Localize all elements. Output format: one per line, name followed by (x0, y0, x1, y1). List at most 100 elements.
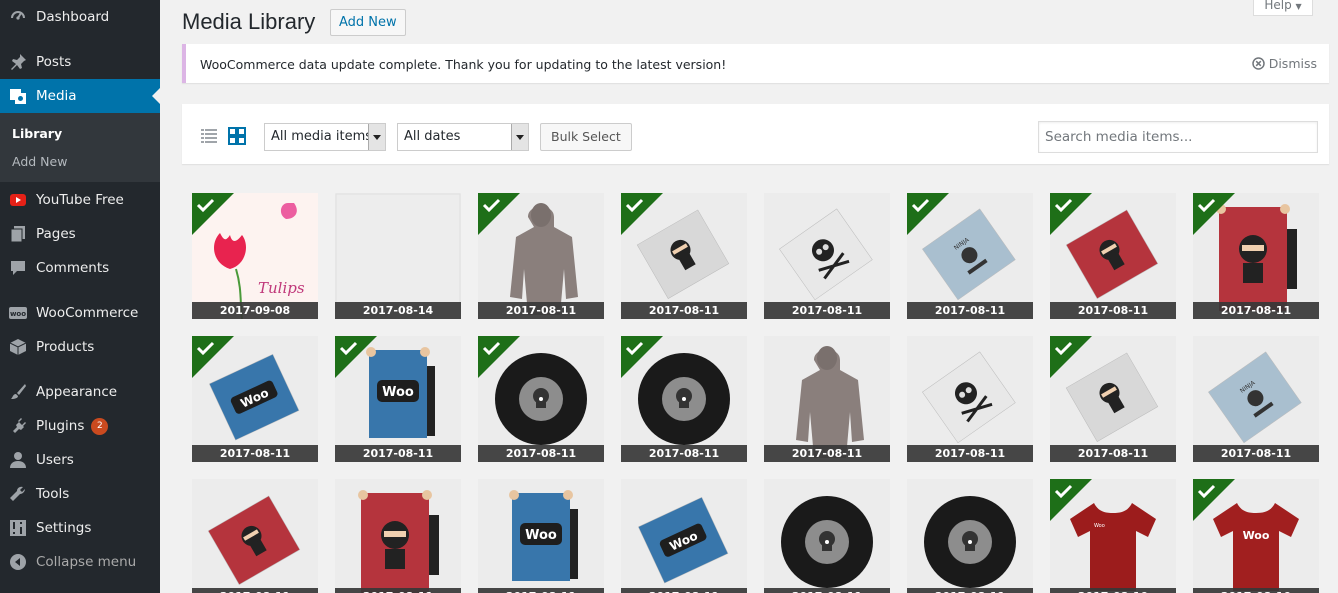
list-view-icon[interactable] (200, 127, 218, 145)
comments-icon (9, 259, 27, 277)
media-attachment[interactable]: Woo2017-08-11 (192, 336, 318, 462)
svg-text:Woo: Woo (1094, 523, 1105, 529)
submenu-add-new[interactable]: Add New (12, 154, 67, 169)
sidebar-item-posts[interactable]: Posts (0, 45, 160, 79)
check-icon[interactable] (1193, 193, 1235, 235)
sidebar-item-youtube-free[interactable]: YouTube Free (0, 183, 160, 217)
media-attachment[interactable]: 2017-08-11 (1050, 336, 1176, 462)
date-filter[interactable]: All dates (397, 123, 529, 151)
check-icon[interactable] (907, 193, 949, 235)
media-submenu: Library Add New (0, 113, 160, 182)
media-attachment[interactable]: Woo2017-08-11 (335, 336, 461, 462)
check-icon[interactable] (1050, 193, 1092, 235)
media-toolbar: All media items All dates Bulk Select (182, 104, 1329, 164)
youtube-icon (9, 191, 27, 209)
attachment-date: 2017-08-11 (192, 588, 318, 593)
sidebar-item-label: Products (36, 339, 95, 355)
check-icon[interactable] (192, 336, 234, 378)
sidebar-item-label: Comments (36, 260, 110, 276)
sidebar-item-dashboard[interactable]: Dashboard (0, 0, 160, 34)
check-icon[interactable] (621, 193, 663, 235)
sidebar-item-tools[interactable]: Tools (0, 477, 160, 511)
check-icon[interactable] (192, 193, 234, 235)
media-attachment[interactable]: 2017-08-11 (764, 193, 890, 319)
check-icon[interactable] (478, 336, 520, 378)
media-attachment[interactable]: 2017-08-11 (192, 479, 318, 593)
dismiss-label: Dismiss (1268, 56, 1317, 71)
sidebar-item-label: Posts (36, 54, 72, 70)
sidebar-item-label: Settings (36, 520, 92, 536)
svg-text:Woo: Woo (1243, 529, 1270, 542)
media-attachment[interactable]: 2017-08-11 (1193, 193, 1319, 319)
media-type-filter[interactable]: All media items (264, 123, 386, 151)
media-attachment[interactable]: Woo 2017-08-10 (1193, 479, 1319, 593)
check-icon[interactable] (1050, 479, 1092, 521)
grid-view-icon[interactable] (228, 127, 246, 145)
bulk-select-button[interactable]: Bulk Select (540, 123, 632, 151)
attachment-date: 2017-08-11 (478, 302, 604, 319)
sidebar-item-woocommerce[interactable]: woo WooCommerce (0, 296, 160, 330)
attachment-date: 2017-08-14 (335, 302, 461, 319)
media-type-value: All media items (271, 129, 373, 144)
attachment-date: 2017-08-11 (335, 588, 461, 593)
media-attachment[interactable]: 2017-08-11 (478, 193, 604, 319)
check-icon[interactable] (621, 336, 663, 378)
attachment-date: 2017-08-11 (478, 445, 604, 462)
svg-text:Tulips: Tulips (258, 279, 305, 297)
media-attachment[interactable]: Woo2017-08-11 (478, 479, 604, 593)
sidebar-item-users[interactable]: Users (0, 443, 160, 477)
sidebar-item-label: Appearance (36, 384, 118, 400)
submenu-library[interactable]: Library (12, 126, 62, 141)
woocommerce-icon: woo (9, 304, 27, 322)
media-attachment[interactable]: 2017-08-11 (621, 336, 747, 462)
chevron-down-icon (368, 124, 385, 150)
sidebar-item-plugins[interactable]: Plugins 2 (0, 409, 160, 443)
sidebar-item-comments[interactable]: Comments (0, 251, 160, 285)
media-attachment[interactable]: 2017-08-11 (1050, 193, 1176, 319)
sidebar-item-products[interactable]: Products (0, 330, 160, 364)
collapse-icon (9, 553, 27, 571)
attachment-date: 2017-08-11 (1050, 302, 1176, 319)
media-attachment[interactable]: Woo 2017-08-10 (1050, 479, 1176, 593)
attachment-date: 2017-08-11 (621, 588, 747, 593)
products-icon (9, 338, 27, 356)
media-attachment[interactable]: 2017-08-11 (335, 479, 461, 593)
caret-down-icon: ▼ (1295, 2, 1302, 11)
wrench-icon (9, 485, 27, 503)
users-icon (9, 451, 27, 469)
media-attachment[interactable]: 2017-08-11 (621, 193, 747, 319)
check-icon[interactable] (1193, 479, 1235, 521)
search-media-input[interactable] (1038, 121, 1318, 153)
sidebar-item-collapse-menu[interactable]: Collapse menu (0, 545, 160, 579)
help-tab-button[interactable]: Help ▼ (1253, 0, 1313, 16)
sidebar-item-label: WooCommerce (36, 305, 139, 321)
sidebar-item-pages[interactable]: Pages (0, 217, 160, 251)
check-icon[interactable] (335, 336, 377, 378)
update-notice: WooCommerce data update complete. Thank … (182, 44, 1329, 83)
check-icon[interactable] (478, 193, 520, 235)
media-attachment[interactable]: Tulips 2017-09-08 (192, 193, 318, 319)
sidebar-item-media[interactable]: Media (0, 79, 160, 113)
media-attachment[interactable]: 2017-08-11 (907, 479, 1033, 593)
update-count-badge: 2 (91, 417, 109, 435)
attachment-date: 2017-08-11 (764, 588, 890, 593)
sidebar-item-appearance[interactable]: Appearance (0, 375, 160, 409)
media-attachment[interactable]: Woo2017-08-11 (621, 479, 747, 593)
media-icon (9, 87, 27, 105)
media-attachment[interactable]: 2017-08-11 (907, 336, 1033, 462)
settings-icon (9, 519, 27, 537)
media-attachment[interactable]: 2017-08-14 (335, 193, 461, 319)
media-attachment[interactable]: 2017-08-11 (478, 336, 604, 462)
check-icon[interactable] (1050, 336, 1092, 378)
attachment-date: 2017-08-11 (907, 588, 1033, 593)
media-attachment[interactable]: NINJA 2017-08-11 (1193, 336, 1319, 462)
attachment-date: 2017-08-11 (621, 445, 747, 462)
dismiss-button[interactable]: Dismiss (1251, 56, 1317, 71)
add-new-button[interactable]: Add New (330, 9, 406, 36)
attachment-date: 2017-08-11 (1050, 445, 1176, 462)
media-attachment[interactable]: 2017-08-11 (764, 336, 890, 462)
media-attachment[interactable]: NINJA 2017-08-11 (907, 193, 1033, 319)
sidebar-item-label: Plugins (36, 418, 85, 434)
sidebar-item-settings[interactable]: Settings (0, 511, 160, 545)
media-attachment[interactable]: 2017-08-11 (764, 479, 890, 593)
